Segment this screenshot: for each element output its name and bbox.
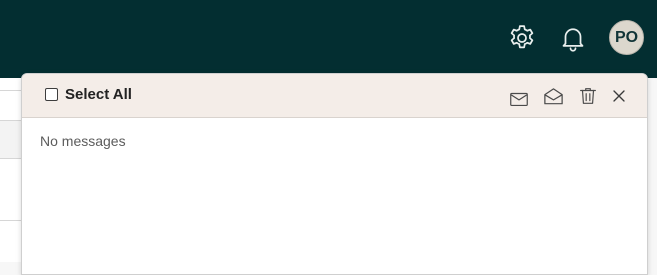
top-app-bar: PO xyxy=(0,0,657,78)
delete-icon xyxy=(580,88,596,104)
avatar-initials: PO xyxy=(614,28,639,46)
settings-button[interactable] xyxy=(506,22,538,54)
close-icon xyxy=(613,90,625,102)
empty-state-message: No messages xyxy=(40,133,126,149)
close-panel-button[interactable] xyxy=(607,84,631,108)
mark-read-icon xyxy=(543,87,563,104)
mark-unread-button[interactable] xyxy=(507,87,531,111)
notifications-panel: Select All No messages xyxy=(21,73,648,275)
notifications-button[interactable] xyxy=(557,22,589,54)
delete-button[interactable] xyxy=(576,84,600,108)
bell-icon xyxy=(562,28,584,52)
panel-header: Select All xyxy=(22,74,647,118)
user-avatar[interactable]: PO xyxy=(609,20,644,55)
select-all-label: Select All xyxy=(65,86,132,103)
select-all-checkbox[interactable] xyxy=(45,88,58,101)
mark-read-button[interactable] xyxy=(541,84,565,108)
select-all-control[interactable]: Select All xyxy=(45,86,132,103)
mark-unread-icon xyxy=(510,92,528,107)
gear-icon xyxy=(510,25,534,49)
